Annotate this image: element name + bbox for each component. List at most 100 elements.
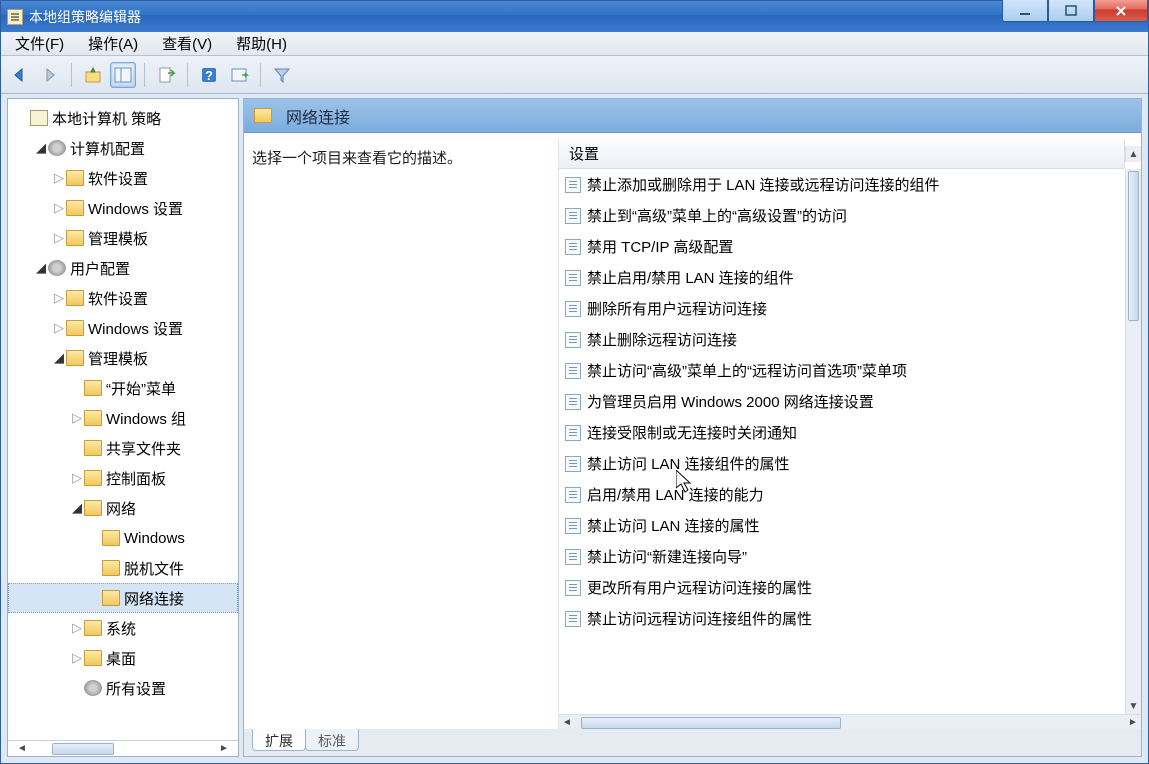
setting-item[interactable]: 禁止访问远程访问连接组件的属性 bbox=[559, 603, 1141, 634]
folder-icon bbox=[84, 440, 102, 456]
folder-icon bbox=[84, 650, 102, 666]
tree-net-offline[interactable]: ▷脱机文件 bbox=[8, 553, 238, 583]
tree-desktop[interactable]: ▷桌面 bbox=[8, 643, 238, 673]
collapse-icon[interactable]: ◢ bbox=[52, 350, 66, 366]
titlebar[interactable]: 本地组策略编辑器 bbox=[1, 1, 1148, 32]
tree-item-label: 管理模板 bbox=[88, 228, 148, 249]
expand-icon[interactable]: ▷ bbox=[70, 650, 84, 666]
back-button[interactable] bbox=[7, 62, 33, 88]
setting-item[interactable]: 禁止访问 LAN 连接的属性 bbox=[559, 510, 1141, 541]
scroll-up-icon[interactable]: ▲ bbox=[1126, 146, 1141, 162]
tree-root[interactable]: ▷本地计算机 策略 bbox=[8, 103, 238, 133]
expand-icon[interactable]: ▷ bbox=[70, 410, 84, 426]
tree-uc-windows[interactable]: ▷ Windows 设置 bbox=[8, 313, 238, 343]
forward-button[interactable] bbox=[37, 62, 63, 88]
list-h-scrollbar[interactable]: ◄ ► bbox=[559, 714, 1141, 730]
setting-item[interactable]: 连接受限制或无连接时关闭通知 bbox=[559, 417, 1141, 448]
tree[interactable]: ▷本地计算机 策略◢计算机配置▷软件设置▷Windows 设置▷管理模板◢用户配… bbox=[8, 99, 238, 740]
setting-item[interactable]: 禁止访问“新建连接向导” bbox=[559, 541, 1141, 572]
tree-all-settings[interactable]: ▷所有设置 bbox=[8, 673, 238, 703]
tree-item-label: 计算机配置 bbox=[70, 138, 145, 159]
setting-label: 禁止添加或删除用于 LAN 连接或远程访问连接的组件 bbox=[587, 174, 940, 195]
collapse-icon[interactable]: ◢ bbox=[70, 500, 84, 516]
setting-item[interactable]: 禁止到“高级”菜单上的“高级设置”的访问 bbox=[559, 200, 1141, 231]
show-tree-button[interactable] bbox=[110, 62, 136, 88]
folder-icon bbox=[254, 108, 272, 123]
tree-network[interactable]: ◢ 网络 bbox=[8, 493, 238, 523]
scroll-thumb[interactable] bbox=[1128, 171, 1139, 321]
collapse-icon[interactable]: ◢ bbox=[34, 140, 48, 156]
menu-help[interactable]: 帮助(H) bbox=[228, 31, 295, 56]
close-button[interactable] bbox=[1094, 0, 1148, 22]
policy-icon bbox=[565, 487, 581, 503]
menu-action[interactable]: 操作(A) bbox=[80, 31, 146, 56]
setting-item[interactable]: 为管理员启用 Windows 2000 网络连接设置 bbox=[559, 386, 1141, 417]
setting-item[interactable]: 禁止删除远程访问连接 bbox=[559, 324, 1141, 355]
tree-h-scrollbar[interactable]: ◄ ► bbox=[8, 740, 238, 756]
scroll-down-icon[interactable]: ▼ bbox=[1126, 698, 1141, 714]
scroll-thumb[interactable] bbox=[581, 717, 841, 729]
tree-user-config[interactable]: ◢用户配置 bbox=[8, 253, 238, 283]
help-button[interactable]: ? bbox=[196, 62, 222, 88]
export-button[interactable] bbox=[153, 62, 179, 88]
properties-button[interactable] bbox=[226, 62, 252, 88]
tree-cc-admin[interactable]: ▷ 管理模板 bbox=[8, 223, 238, 253]
setting-item[interactable]: 启用/禁用 LAN 连接的能力 bbox=[559, 479, 1141, 510]
tree-start-menu[interactable]: ▷“开始”菜单 bbox=[8, 373, 238, 403]
policy-icon bbox=[565, 549, 581, 565]
tree-control-panel[interactable]: ▷控制面板 bbox=[8, 463, 238, 493]
collapse-icon[interactable]: ◢ bbox=[34, 260, 48, 276]
setting-item[interactable]: 禁止访问 LAN 连接组件的属性 bbox=[559, 448, 1141, 479]
tree-system[interactable]: ▷系统 bbox=[8, 613, 238, 643]
tree-uc-admin[interactable]: ◢管理模板 bbox=[8, 343, 238, 373]
setting-label: 禁止启用/禁用 LAN 连接的组件 bbox=[587, 267, 794, 288]
tab-standard[interactable]: 标准 bbox=[305, 729, 359, 751]
list-header[interactable]: 设置 ▲ bbox=[559, 139, 1141, 169]
setting-item[interactable]: 更改所有用户远程访问连接的属性 bbox=[559, 572, 1141, 603]
tree-item-label: 网络 bbox=[106, 498, 136, 519]
settings-list[interactable]: 禁止添加或删除用于 LAN 连接或远程访问连接的组件禁止到“高级”菜单上的“高级… bbox=[559, 169, 1141, 714]
scroll-right-icon[interactable]: ► bbox=[216, 743, 232, 755]
toolbar-separator bbox=[144, 63, 145, 87]
scroll-right-icon[interactable]: ► bbox=[1125, 717, 1141, 728]
expand-icon[interactable]: ▷ bbox=[52, 170, 66, 186]
tree-computer-config[interactable]: ◢ 计算机配置 bbox=[8, 133, 238, 163]
policy-icon bbox=[565, 177, 581, 193]
v-scrollbar[interactable]: ▼ bbox=[1125, 169, 1141, 714]
tree-cc-windows[interactable]: ▷Windows 设置 bbox=[8, 193, 238, 223]
expand-icon[interactable]: ▷ bbox=[52, 230, 66, 246]
minimize-button[interactable] bbox=[1002, 0, 1048, 22]
scroll-thumb[interactable] bbox=[52, 743, 114, 755]
menu-file[interactable]: 文件(F) bbox=[7, 31, 72, 56]
setting-item[interactable]: 禁用 TCP/IP 高级配置 bbox=[559, 231, 1141, 262]
folder-icon bbox=[66, 350, 84, 366]
tree-item-label: Windows 设置 bbox=[88, 318, 183, 339]
content-header: 网络连接 bbox=[244, 99, 1141, 133]
tree-item-label: “开始”菜单 bbox=[106, 378, 176, 399]
setting-item[interactable]: 禁止启用/禁用 LAN 连接的组件 bbox=[559, 262, 1141, 293]
setting-item[interactable]: 禁止添加或删除用于 LAN 连接或远程访问连接的组件 bbox=[559, 169, 1141, 200]
tree-net-connections[interactable]: ▷网络连接 bbox=[8, 583, 238, 613]
filter-button[interactable] bbox=[269, 62, 295, 88]
tree-shared-folders[interactable]: ▷共享文件夹 bbox=[8, 433, 238, 463]
expand-icon[interactable]: ▷ bbox=[52, 200, 66, 216]
tree-windows-comp[interactable]: ▷Windows 组 bbox=[8, 403, 238, 433]
setting-item[interactable]: 删除所有用户远程访问连接 bbox=[559, 293, 1141, 324]
column-setting[interactable]: 设置 bbox=[559, 139, 1125, 169]
tree-net-windows[interactable]: ▷Windows bbox=[8, 523, 238, 553]
maximize-button[interactable] bbox=[1048, 0, 1094, 22]
expand-icon[interactable]: ▷ bbox=[52, 320, 66, 336]
policy-icon bbox=[565, 301, 581, 317]
tab-extended[interactable]: 扩展 bbox=[252, 729, 306, 751]
expand-icon[interactable]: ▷ bbox=[70, 470, 84, 486]
expand-icon[interactable]: ▷ bbox=[52, 290, 66, 306]
menu-view[interactable]: 查看(V) bbox=[154, 31, 220, 56]
scroll-left-icon[interactable]: ◄ bbox=[559, 717, 575, 728]
up-button[interactable] bbox=[80, 62, 106, 88]
tree-cc-software[interactable]: ▷软件设置 bbox=[8, 163, 238, 193]
setting-item[interactable]: 禁止访问“高级”菜单上的“远程访问首选项”菜单项 bbox=[559, 355, 1141, 386]
scroll-left-icon[interactable]: ◄ bbox=[14, 743, 30, 755]
tree-uc-software[interactable]: ▷软件设置 bbox=[8, 283, 238, 313]
expand-icon[interactable]: ▷ bbox=[70, 620, 84, 636]
app-icon bbox=[7, 9, 23, 25]
